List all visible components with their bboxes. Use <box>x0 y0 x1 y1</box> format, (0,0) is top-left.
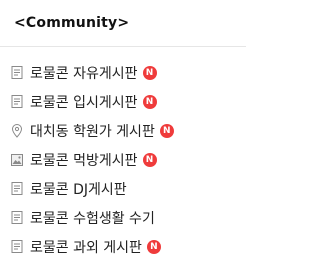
board-item-tutoring[interactable]: 로물콘 과외 게시판 N <box>0 232 246 261</box>
board-item-study-diary[interactable]: 로물콘 수험생활 수기 <box>0 203 246 232</box>
board-item-admission[interactable]: 로물콘 입시게시판 N <box>0 87 246 116</box>
board-label: 로물콘 자유게시판 <box>30 65 138 82</box>
board-item-daechi[interactable]: 대치동 학원가 게시판 N <box>0 116 246 145</box>
board-label: 로물콘 먹방게시판 <box>30 152 138 169</box>
board-list: 로물콘 자유게시판 N 로물콘 입시게시판 N 대치동 학원가 게시판 N 로물… <box>0 58 246 261</box>
board-label: 로물콘 과외 게시판 <box>30 239 142 256</box>
board-label: 대치동 학원가 게시판 <box>30 123 155 140</box>
new-badge: N <box>142 152 157 167</box>
board-item-dj[interactable]: 로물콘 DJ게시판 <box>0 174 246 203</box>
document-icon <box>10 95 24 109</box>
new-badge: N <box>159 123 174 138</box>
board-label: 로물콘 입시게시판 <box>30 94 138 111</box>
board-label: 로물콘 DJ게시판 <box>30 181 127 198</box>
image-icon <box>10 153 24 167</box>
new-badge: N <box>146 239 161 254</box>
community-title: <Community> <box>14 15 130 31</box>
document-icon <box>10 211 24 225</box>
board-item-free[interactable]: 로물콘 자유게시판 N <box>0 58 246 87</box>
new-badge: N <box>142 65 157 80</box>
document-icon <box>10 182 24 196</box>
document-icon <box>10 66 24 80</box>
board-label: 로물콘 수험생활 수기 <box>30 210 155 227</box>
new-badge: N <box>142 94 157 109</box>
location-pin-icon <box>10 123 24 138</box>
document-icon <box>10 240 24 254</box>
board-item-mukbang[interactable]: 로물콘 먹방게시판 N <box>0 145 246 174</box>
community-panel: <Community> 로물콘 자유게시판 N 로물콘 입시게시판 N 대치동 … <box>0 0 246 269</box>
community-header: <Community> <box>0 0 246 47</box>
